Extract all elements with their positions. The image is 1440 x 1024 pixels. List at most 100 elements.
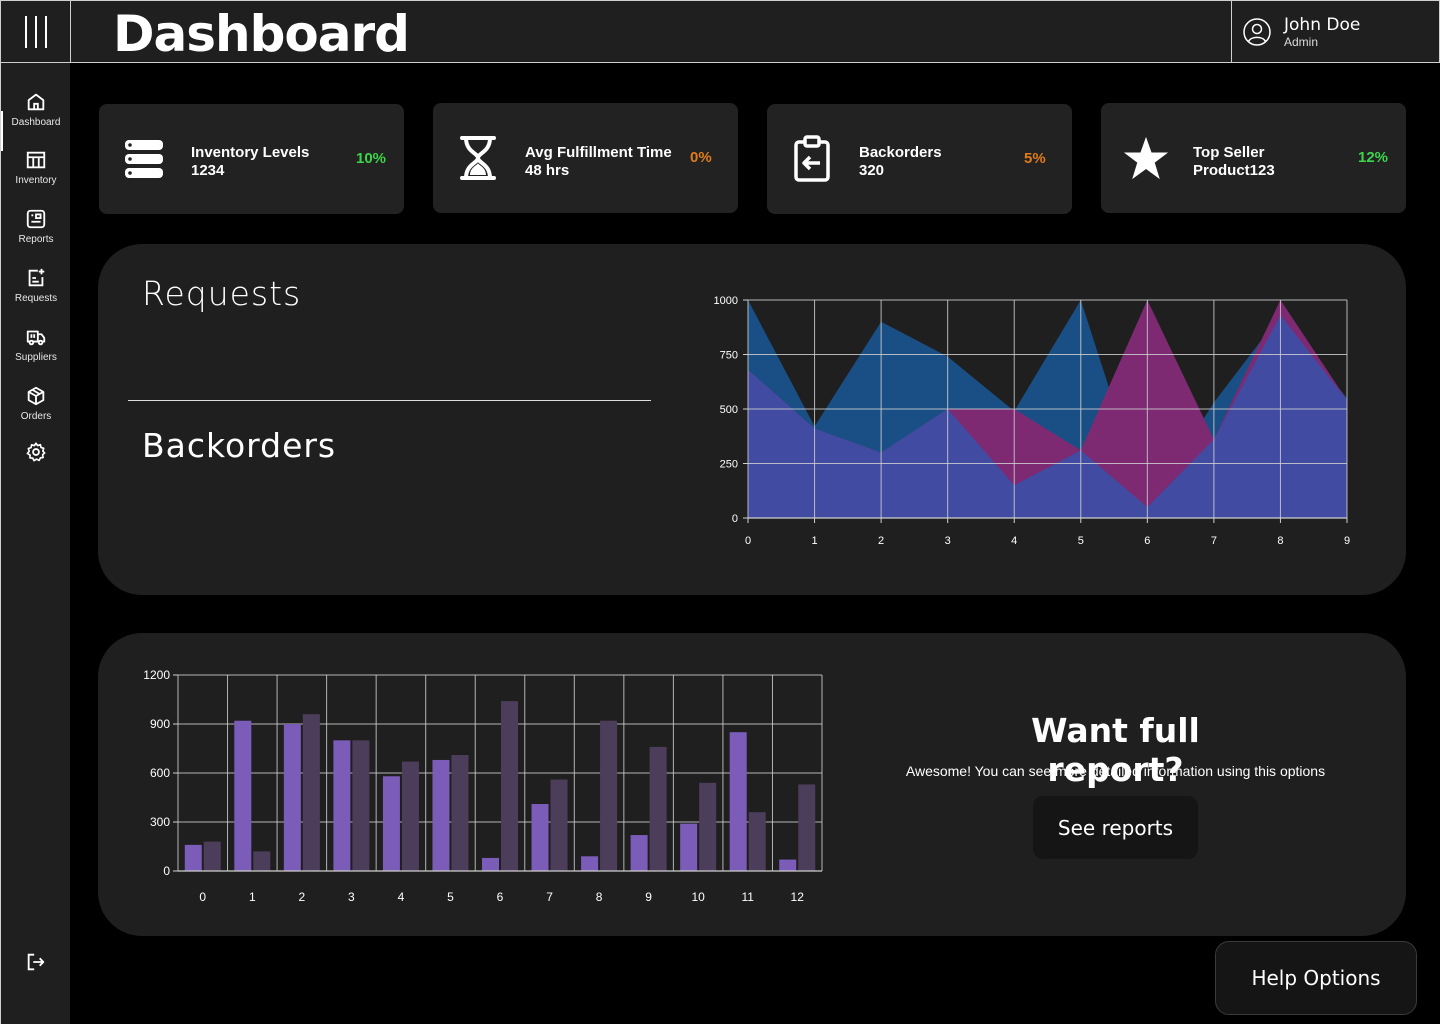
logout-icon	[27, 953, 45, 971]
sidebar-item-inventory[interactable]: Inventory	[1, 149, 71, 201]
sidebar-item-dashboard[interactable]: Dashboard	[1, 91, 71, 151]
x-tick-label: 8	[596, 890, 603, 904]
top-bar: Dashboard John Doe Admin	[0, 0, 1440, 63]
bar-series-1	[798, 784, 816, 871]
requests-title: Requests	[142, 274, 302, 313]
sidebar-item-label: Inventory	[15, 175, 57, 186]
report-description: Awesome! You can see more detailed infor…	[905, 763, 1326, 779]
kpi-label: Inventory Levels	[191, 144, 310, 161]
kpi-label: Avg Fulfillment Time	[525, 144, 672, 161]
bar-series-0	[680, 823, 698, 871]
y-tick-label: 500	[720, 404, 738, 416]
y-tick-label: 600	[150, 766, 170, 780]
bar-series-1	[203, 841, 221, 871]
y-tick-label: 1200	[143, 668, 170, 682]
x-tick-label: 4	[398, 890, 405, 904]
x-tick-label: 9	[645, 890, 652, 904]
x-tick-label: 9	[1344, 535, 1350, 547]
bar-series-1	[649, 746, 667, 871]
x-tick-label: 1	[811, 535, 817, 547]
sidebar-item-suppliers[interactable]: Suppliers	[1, 326, 71, 378]
bar-series-0	[234, 720, 252, 871]
sidebar-item-label: Suppliers	[15, 352, 57, 363]
sidebar-item-label: Requests	[14, 293, 58, 304]
bar-series-1	[401, 761, 419, 871]
x-tick-label: 4	[1011, 535, 1017, 547]
y-tick-label: 300	[150, 815, 170, 829]
x-tick-label: 7	[546, 890, 553, 904]
sidebar-item-settings[interactable]	[1, 441, 71, 493]
kpi-value: Product123	[1193, 162, 1275, 179]
kpi-card-inventory[interactable]: Inventory Levels 1234 10%	[99, 104, 404, 214]
user-profile[interactable]: John Doe Admin	[1231, 1, 1440, 63]
sidebar-item-reports[interactable]: Reports	[1, 208, 71, 260]
x-tick-label: 11	[741, 890, 754, 904]
divider	[128, 400, 651, 401]
bar-series-1	[352, 740, 370, 871]
x-tick-label: 5	[447, 890, 454, 904]
box-icon	[27, 386, 45, 406]
x-tick-label: 2	[878, 535, 884, 547]
bar-series-1	[253, 851, 271, 871]
bar-series-0	[531, 804, 549, 871]
x-tick-label: 1	[249, 890, 256, 904]
y-tick-label: 0	[732, 513, 738, 525]
kpi-change: 10%	[356, 150, 387, 167]
kpi-value: 1234	[191, 162, 225, 179]
sidebar: Dashboard Inventory Reports Requests Sup…	[0, 63, 70, 1024]
kpi-card-top-seller[interactable]: Top Seller Product123 12%	[1101, 103, 1406, 213]
bar-series-1	[699, 782, 717, 871]
y-tick-label: 1000	[714, 295, 738, 307]
sidebar-item-orders[interactable]: Orders	[1, 385, 71, 437]
x-tick-label: 0	[199, 890, 206, 904]
x-tick-label: 2	[299, 890, 306, 904]
logout-button[interactable]	[1, 951, 71, 1003]
y-tick-label: 250	[720, 459, 738, 471]
user-role: Admin	[1284, 34, 1319, 49]
x-tick-label: 0	[745, 535, 751, 547]
y-tick-label: 900	[150, 717, 170, 731]
bar-series-0	[581, 856, 599, 871]
y-tick-label: 750	[720, 350, 738, 362]
home-icon	[27, 93, 45, 111]
hamburger-icon	[24, 16, 47, 48]
clipboard-icon	[789, 134, 835, 184]
y-tick-label: 0	[163, 864, 170, 878]
kpi-card-backorders[interactable]: Backorders 320 5%	[767, 104, 1072, 214]
kpi-value: 48 hrs	[525, 162, 570, 179]
menu-button[interactable]	[1, 1, 71, 63]
sidebar-item-label: Reports	[18, 234, 54, 245]
bar-series-1	[550, 779, 568, 871]
bar-series-1	[501, 701, 518, 871]
help-options-button[interactable]: Help Options	[1215, 941, 1417, 1015]
backorders-title: Backorders	[142, 426, 337, 465]
star-icon	[1123, 133, 1169, 183]
kpi-change: 12%	[1358, 149, 1389, 166]
bar-series-0	[333, 740, 351, 871]
see-reports-button[interactable]: See reports	[1033, 796, 1198, 859]
area-chart: 0 1 2 3 4 5 6 7 8 9 0 250 500 750 1000	[714, 295, 1351, 547]
kpi-label: Backorders	[859, 144, 942, 161]
sidebar-item-requests[interactable]: Requests	[1, 267, 71, 319]
kpi-change: 5%	[1024, 150, 1046, 167]
bar-series-0	[184, 844, 202, 871]
bar-series-0	[779, 859, 797, 871]
user-name: John Doe	[1284, 14, 1361, 35]
bar-series-1	[302, 714, 320, 871]
request-icon	[28, 268, 45, 287]
bar-chart: 030060090012000 1 2 3 4 5 6 7 8 9 10 11 12	[143, 668, 823, 904]
report-icon	[26, 209, 46, 229]
kpi-label: Top Seller	[1193, 144, 1265, 161]
kpi-card-fulfillment[interactable]: Avg Fulfillment Time 48 hrs 0%	[433, 103, 738, 213]
x-tick-label: 3	[348, 890, 355, 904]
user-icon	[1243, 18, 1271, 46]
hourglass-icon	[455, 133, 501, 183]
x-tick-label: 7	[1211, 535, 1217, 547]
x-tick-label: 10	[691, 890, 705, 904]
page-title: Dashboard	[113, 5, 410, 63]
bar-series-0	[432, 759, 450, 871]
truck-icon	[26, 330, 46, 346]
bar-series-0	[630, 835, 648, 871]
x-tick-label: 5	[1078, 535, 1084, 547]
x-tick-label: 12	[791, 890, 805, 904]
